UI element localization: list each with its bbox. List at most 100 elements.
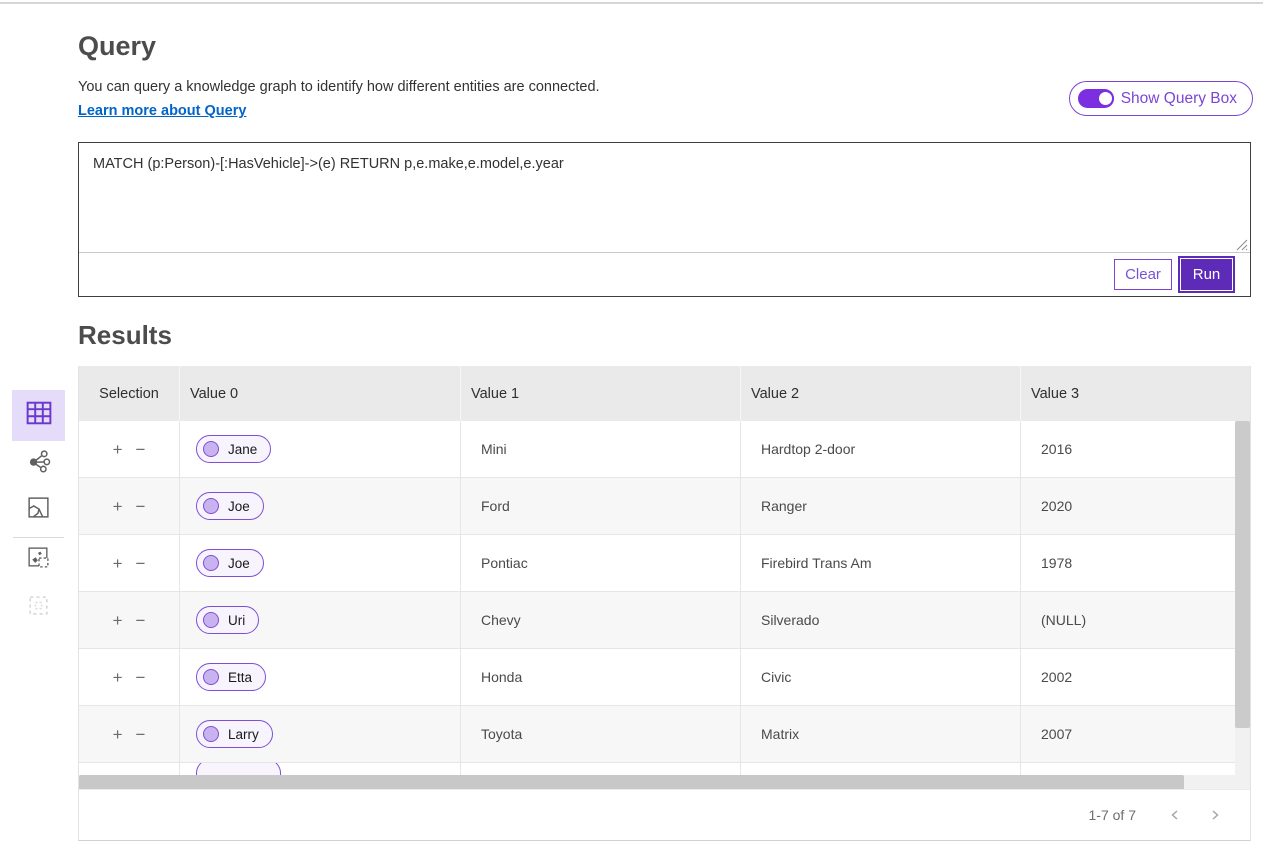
model-cell: Firebird Trans Am xyxy=(740,535,1020,591)
previous-page-button[interactable] xyxy=(1162,802,1188,828)
entity-node-icon xyxy=(203,555,219,571)
entity-pill xyxy=(196,763,281,775)
toggle-switch-icon xyxy=(1078,89,1114,108)
sidebar-item-map-view[interactable] xyxy=(12,493,65,527)
remove-from-selection-button[interactable]: − xyxy=(136,669,146,686)
next-page-button[interactable] xyxy=(1202,802,1228,828)
resize-handle-icon[interactable] xyxy=(1234,237,1248,251)
query-input[interactable]: MATCH (p:Person)-[:HasVehicle]->(e) RETU… xyxy=(79,143,1250,253)
selection-tool-icon xyxy=(26,593,51,623)
entity-name: Uri xyxy=(228,613,245,628)
clear-button[interactable]: Clear xyxy=(1114,259,1172,290)
entity-name: Joe xyxy=(228,499,250,514)
column-header-selection[interactable]: Selection xyxy=(79,366,179,421)
year-cell: (NULL) xyxy=(1020,592,1237,648)
entity-name: Jane xyxy=(228,442,257,457)
sidebar-item-table-view[interactable] xyxy=(12,390,65,441)
remove-from-selection-button[interactable]: − xyxy=(136,498,146,515)
query-box: MATCH (p:Person)-[:HasVehicle]->(e) RETU… xyxy=(78,142,1251,297)
entity-cell: Uri xyxy=(179,592,460,648)
add-to-map-icon xyxy=(26,545,51,575)
table-row: + − Joe Ford Ranger 2020 xyxy=(79,478,1250,535)
results-title: Results xyxy=(78,320,172,351)
model-cell: Silverado xyxy=(740,592,1020,648)
column-header-value2[interactable]: Value 2 xyxy=(740,366,1020,421)
entity-pill[interactable]: Uri xyxy=(196,606,259,634)
horizontal-scrollbar-thumb[interactable] xyxy=(79,775,1184,790)
add-to-selection-button[interactable]: + xyxy=(113,498,123,515)
results-table: Selection Value 0 Value 1 Value 2 Value … xyxy=(78,366,1251,841)
table-row-partial xyxy=(79,763,1250,775)
run-button[interactable]: Run xyxy=(1181,259,1232,290)
entity-cell: Larry xyxy=(179,706,460,762)
entity-node-icon xyxy=(203,726,219,742)
entity-node-icon xyxy=(203,612,219,628)
make-cell xyxy=(460,763,740,775)
table-view-icon xyxy=(26,401,52,430)
toggle-label: Show Query Box xyxy=(1121,90,1237,108)
model-cell: Ranger xyxy=(740,478,1020,534)
column-header-value1[interactable]: Value 1 xyxy=(460,366,740,421)
make-cell: Ford xyxy=(460,478,740,534)
sidebar-item-add-selected-to-map[interactable] xyxy=(12,543,65,577)
entity-pill[interactable]: Larry xyxy=(196,720,273,748)
entity-node-icon xyxy=(203,669,219,685)
year-cell xyxy=(1020,763,1237,775)
selection-cell: + − xyxy=(79,592,179,648)
make-cell: Toyota xyxy=(460,706,740,762)
make-cell: Chevy xyxy=(460,592,740,648)
table-row: + − Larry Toyota Matrix 2007 xyxy=(79,706,1250,763)
selection-cell: + − xyxy=(79,535,179,591)
entity-pill[interactable]: Joe xyxy=(196,549,264,577)
entity-cell: Etta xyxy=(179,649,460,705)
sidebar-item-link-chart-view[interactable] xyxy=(12,446,65,480)
vertical-scrollbar[interactable] xyxy=(1235,421,1250,775)
show-query-box-toggle[interactable]: Show Query Box xyxy=(1069,81,1253,116)
link-chart-icon xyxy=(26,448,52,479)
add-to-selection-button[interactable]: + xyxy=(113,555,123,572)
table-row: + − Joe Pontiac Firebird Trans Am 1978 xyxy=(79,535,1250,592)
pagination-range-label: 1-7 of 7 xyxy=(1089,807,1136,823)
table-footer: 1-7 of 7 xyxy=(79,789,1250,840)
add-to-selection-button[interactable]: + xyxy=(113,669,123,686)
year-cell: 2007 xyxy=(1020,706,1237,762)
top-divider xyxy=(0,2,1263,4)
vertical-scrollbar-thumb[interactable] xyxy=(1235,421,1250,728)
remove-from-selection-button[interactable]: − xyxy=(136,726,146,743)
table-row: + − Uri Chevy Silverado (NULL) xyxy=(79,592,1250,649)
column-header-value3[interactable]: Value 3 xyxy=(1020,366,1250,421)
selection-cell: + − xyxy=(79,706,179,762)
horizontal-scrollbar[interactable] xyxy=(79,775,1250,790)
table-row: + − Etta Honda Civic 2002 xyxy=(79,649,1250,706)
make-cell: Honda xyxy=(460,649,740,705)
remove-from-selection-button[interactable]: − xyxy=(136,612,146,629)
entity-cell: Joe xyxy=(179,535,460,591)
entity-pill[interactable]: Etta xyxy=(196,663,266,691)
query-footer: Clear Run xyxy=(79,252,1250,296)
entity-pill[interactable]: Joe xyxy=(196,492,264,520)
add-to-selection-button[interactable]: + xyxy=(113,441,123,458)
year-cell: 2002 xyxy=(1020,649,1237,705)
page-title: Query xyxy=(78,31,156,62)
entity-cell: Joe xyxy=(179,478,460,534)
entity-cell xyxy=(179,763,460,775)
model-cell: Hardtop 2-door xyxy=(740,421,1020,477)
entity-cell: Jane xyxy=(179,421,460,477)
remove-from-selection-button[interactable]: − xyxy=(136,441,146,458)
table-header-row: Selection Value 0 Value 1 Value 2 Value … xyxy=(79,366,1250,421)
learn-more-link[interactable]: Learn more about Query xyxy=(78,103,246,119)
add-to-selection-button[interactable]: + xyxy=(113,612,123,629)
query-description: You can query a knowledge graph to ident… xyxy=(78,79,600,95)
sidebar-item-selection-tool xyxy=(12,591,65,625)
entity-pill[interactable]: Jane xyxy=(196,435,271,463)
add-to-selection-button[interactable]: + xyxy=(113,726,123,743)
year-cell: 2020 xyxy=(1020,478,1237,534)
selection-cell: + − xyxy=(79,421,179,477)
sidebar-divider xyxy=(13,537,64,538)
entity-name: Larry xyxy=(228,727,259,742)
remove-from-selection-button[interactable]: − xyxy=(136,555,146,572)
entity-node-icon xyxy=(203,441,219,457)
table-row: + − Jane Mini Hardtop 2-door 2016 xyxy=(79,421,1250,478)
year-cell: 2016 xyxy=(1020,421,1237,477)
column-header-value0[interactable]: Value 0 xyxy=(179,366,460,421)
